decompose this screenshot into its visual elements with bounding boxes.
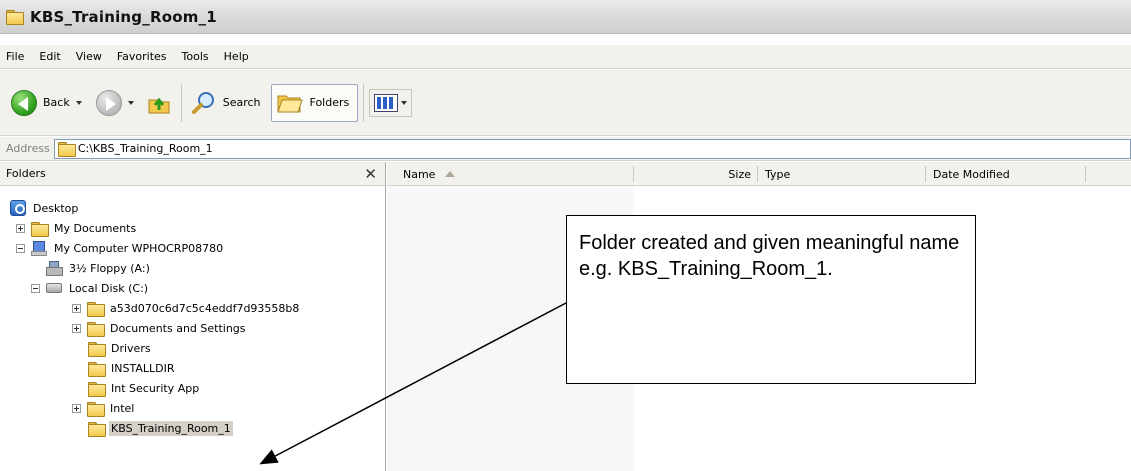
folders-pane: Folders ✕ Desktop My Documents My Comput… [0,162,386,471]
tree-item-label: Documents and Settings [110,321,246,335]
toolbar: Back Search Folders [0,70,1131,136]
title-bar: KBS_Training_Room_1 [0,0,1131,34]
expand-icon[interactable] [16,223,25,233]
tree-item-installdir[interactable]: INSTALLDIR [88,358,176,378]
expand-icon[interactable] [72,323,81,333]
column-header-row: Name Size Type Date Modified [387,162,1131,186]
toolbar-separator [180,83,182,122]
address-bar: Address C:\KBS_Training_Room_1 [0,137,1131,161]
folder-icon [6,10,24,25]
column-name[interactable]: Name [403,162,456,186]
search-icon [191,91,214,114]
menu-favorites[interactable]: Favorites [117,50,167,63]
up-folder-icon [148,97,170,113]
collapse-icon[interactable] [16,243,25,253]
tree-item-label: KBS_Training_Room_1 [109,420,233,436]
up-folder-button[interactable] [142,83,176,123]
menu-view[interactable]: View [76,50,102,63]
callout-text: Folder created and given meaningful name… [579,232,960,280]
computer-icon [31,241,47,256]
folder-icon [87,321,105,337]
back-button[interactable]: Back [7,83,86,123]
sort-ascending-icon [445,171,456,177]
folders-icon [276,95,303,112]
address-value[interactable]: C:\KBS_Training_Room_1 [78,142,213,155]
chevron-down-icon[interactable] [75,100,82,105]
collapse-icon[interactable] [31,283,40,293]
folder-icon [87,401,105,417]
tree-item-intel[interactable]: Intel [72,398,136,418]
tree-item-desktop[interactable]: Desktop [10,198,80,218]
close-icon[interactable]: ✕ [364,166,377,181]
menu-bar: File Edit View Favorites Tools Help [0,45,1131,69]
folders-pane-title: Folders [6,167,46,180]
column-date-modified[interactable]: Date Modified [933,162,1010,186]
tree-item-label: My Computer WPHOCRP08780 [54,241,224,255]
column-type-label: Type [765,167,791,181]
chevron-down-icon[interactable] [127,100,134,105]
tree-item-my-documents[interactable]: My Documents [16,218,138,238]
folder-icon [57,142,76,157]
tree-item-drivers[interactable]: Drivers [88,338,153,358]
column-size[interactable]: Size [634,162,757,186]
address-label: Address [6,142,50,155]
column-divider[interactable] [925,166,926,182]
forward-button[interactable] [92,83,138,123]
views-icon [374,93,399,112]
window-title: KBS_Training_Room_1 [30,7,217,26]
tree-item-folder[interactable]: a53d070c6d7c5c4eddf7d93558b8 [72,298,301,318]
tree-item-label: a53d070c6d7c5c4eddf7d93558b8 [110,301,300,315]
column-size-label: Size [728,167,751,181]
back-arrow-icon [11,89,37,116]
tree-item-label: My Documents [54,221,137,235]
menu-help[interactable]: Help [224,50,249,63]
forward-arrow-icon [95,89,122,116]
folder-icon [88,421,106,437]
menu-edit[interactable]: Edit [39,50,60,63]
folder-icon [87,301,105,317]
tree-item-my-computer[interactable]: My Computer WPHOCRP08780 [16,238,225,258]
toolbar-separator [363,83,365,122]
menu-file[interactable]: File [6,50,24,63]
menu-tools[interactable]: Tools [182,50,209,63]
tree-item-label: Desktop [33,201,79,215]
column-divider[interactable] [757,166,758,182]
column-type[interactable]: Type [765,162,790,186]
folder-icon [88,361,106,377]
tree-item-local-disk[interactable]: Local Disk (C:) [31,278,150,298]
folder-icon [88,381,106,397]
tree-item-label: Local Disk (C:) [69,281,149,295]
disk-icon [46,283,62,293]
expand-icon[interactable] [72,303,81,313]
floppy-icon [46,261,63,276]
tree-item-label: Drivers [111,341,151,355]
column-divider[interactable] [1085,166,1086,182]
folders-button[interactable]: Folders [270,83,359,122]
tree-item-label: 3½ Floppy (A:) [69,261,150,275]
back-label: Back [43,96,70,109]
column-date-modified-label: Date Modified [933,167,1010,181]
folder-icon [88,341,106,357]
tree-item-int-security-app[interactable]: Int Security App [88,378,201,398]
tree-item-label: INSTALLDIR [111,361,175,375]
tree-item-label: Int Security App [111,381,200,395]
column-name-label: Name [403,167,436,181]
callout-box: Folder created and given meaningful name… [566,215,976,384]
expand-icon[interactable] [72,403,81,413]
tree-item-label: Intel [110,401,135,415]
folder-icon [31,221,49,237]
search-label: Search [222,96,261,109]
address-input[interactable]: C:\KBS_Training_Room_1 [53,138,1131,159]
desktop-icon [10,200,26,216]
tree-item-kbs-training-room-1[interactable]: KBS_Training_Room_1 [88,418,233,438]
views-button[interactable] [369,88,413,117]
folders-label: Folders [309,96,350,109]
folders-pane-header: Folders ✕ [0,162,385,186]
chevron-down-icon[interactable] [401,100,408,105]
search-button[interactable]: Search [187,83,265,123]
tree-item-floppy[interactable]: 3½ Floppy (A:) [46,258,152,278]
tree-item-documents-and-settings[interactable]: Documents and Settings [72,318,248,338]
